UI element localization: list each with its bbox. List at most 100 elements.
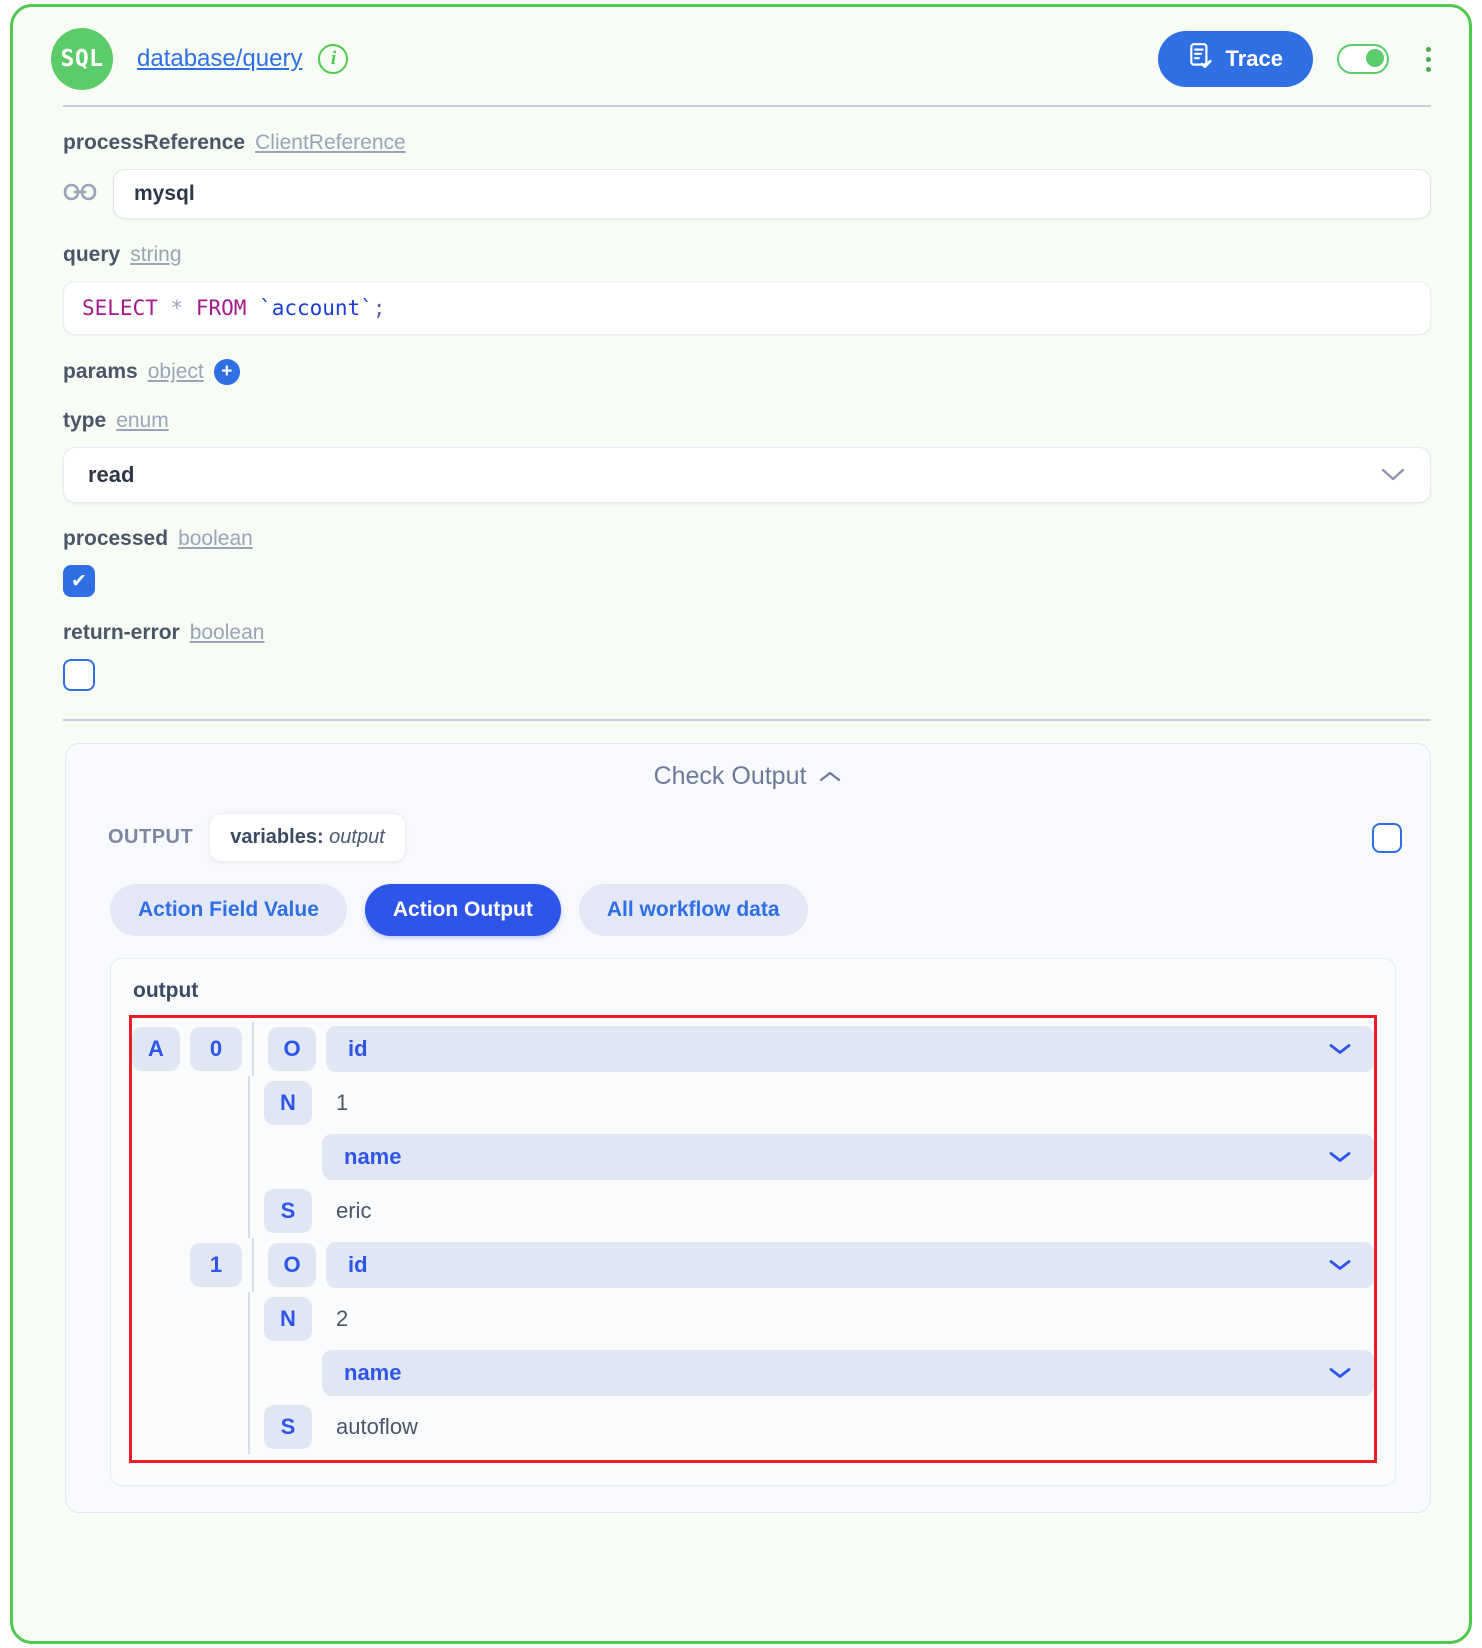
chevron-up-icon: [818, 762, 842, 791]
tree-key-label: name: [344, 1360, 402, 1385]
node-title-link[interactable]: database/query: [137, 45, 302, 73]
tree-row-item1-id-value: N 2: [132, 1292, 1374, 1346]
tree-guide-line: [248, 1400, 250, 1454]
sql-token-semicolon: ;: [372, 296, 386, 320]
field-type: object: [147, 360, 204, 383]
tree-row-item1-name-value: S autoflow: [132, 1400, 1374, 1454]
tree-guide-line: [252, 1022, 254, 1076]
tree-guide-line: [248, 1346, 250, 1400]
sql-badge-icon: SQL: [51, 28, 113, 90]
tree-value-id: 1: [336, 1090, 349, 1115]
tree-row-item0-name-value: S eric: [132, 1184, 1374, 1238]
output-source-tabs: Action Field Value Action Output All wor…: [110, 884, 1408, 936]
output-variable-chip[interactable]: variables: output: [209, 813, 406, 862]
sql-token-select: SELECT: [82, 296, 158, 320]
tree-key-label: name: [344, 1144, 402, 1169]
tree-row-item0-name-key: name: [132, 1130, 1374, 1184]
output-tree-box: output A 0 O id N 1 name S eric 1 O id N…: [110, 958, 1396, 1486]
tree-key-name[interactable]: name: [322, 1350, 1374, 1396]
tree-key-id[interactable]: id: [326, 1242, 1374, 1288]
query-code-input[interactable]: SELECT * FROM `account`;: [63, 281, 1431, 335]
type-tag-number: N: [264, 1297, 312, 1341]
node-top-accent: [703, 4, 823, 7]
field-label-type: type enum: [63, 409, 1431, 433]
output-select-checkbox[interactable]: [1372, 822, 1402, 853]
tab-action-output[interactable]: Action Output: [364, 884, 561, 936]
check-output-panel: Check Output OUTPUT variables: output Ac…: [65, 743, 1431, 1513]
type-select-value: read: [88, 462, 135, 487]
chevron-down-icon: [1328, 1144, 1352, 1170]
field-name: query: [63, 243, 121, 266]
chevron-down-icon: [1328, 1360, 1352, 1386]
field-name: processed: [63, 527, 169, 550]
type-tag-string: S: [264, 1189, 312, 1233]
type-select[interactable]: read: [63, 447, 1431, 503]
tab-all-workflow-data[interactable]: All workflow data: [578, 884, 808, 936]
link-icon: [63, 181, 97, 208]
tab-action-field-value[interactable]: Action Field Value: [110, 884, 347, 936]
node-card: SQL database/query i Trace processRefere…: [10, 4, 1472, 1644]
field-name: params: [63, 360, 138, 383]
field-type: enum: [116, 409, 169, 432]
fields-section: processReference ClientReference mysql q…: [13, 131, 1469, 691]
field-type: string: [130, 243, 182, 266]
trace-button[interactable]: Trace: [1157, 31, 1313, 87]
trace-button-label: Trace: [1225, 46, 1284, 71]
field-label-query: query string: [63, 243, 1431, 267]
field-type: ClientReference: [255, 131, 406, 154]
plus-circle-icon[interactable]: +: [213, 359, 240, 385]
sql-token-table: `account`: [259, 296, 373, 320]
type-tag-number: N: [264, 1081, 312, 1125]
tree-guide-line: [248, 1184, 250, 1238]
node-enable-toggle[interactable]: [1337, 44, 1389, 74]
field-label-return-error: return-error boolean: [63, 621, 1431, 645]
chevron-down-icon: [1328, 1036, 1352, 1062]
processed-checkbox[interactable]: [63, 565, 95, 597]
field-label-processreference: processReference ClientReference: [63, 131, 1431, 155]
tree-key-label: id: [348, 1252, 368, 1277]
field-name: return-error: [63, 621, 180, 644]
tree-tag-spacer: [264, 1351, 312, 1395]
tree-guide-line: [248, 1076, 250, 1130]
array-index-0: 0: [190, 1027, 242, 1071]
tree-guide-line: [248, 1130, 250, 1184]
tree-key-id[interactable]: id: [326, 1026, 1374, 1072]
tree-value-name: eric: [336, 1198, 372, 1223]
node-header: SQL database/query i Trace: [13, 7, 1469, 95]
output-tree-highlight: A 0 O id N 1 name S eric 1 O id N 2 name…: [129, 1015, 1377, 1463]
variable-chip-key: variables:: [230, 826, 324, 848]
tree-guide-line: [248, 1292, 250, 1346]
more-options-icon[interactable]: [1415, 39, 1441, 79]
variable-chip-value: output: [329, 826, 385, 848]
type-tag-array: A: [132, 1027, 180, 1071]
output-tree-root-label: output: [133, 979, 199, 1002]
type-tag-object: O: [268, 1027, 316, 1071]
array-index-1: 1: [190, 1243, 242, 1287]
field-name: processReference: [63, 131, 246, 154]
return-error-checkbox[interactable]: [63, 659, 95, 691]
check-output-title: Check Output: [653, 762, 807, 790]
chevron-down-icon: [1380, 462, 1406, 488]
tree-tag-spacer: [264, 1135, 312, 1179]
header-divider: [63, 105, 1431, 107]
type-tag-object: O: [268, 1243, 316, 1287]
field-name: type: [63, 409, 107, 432]
field-label-params: params object +: [63, 359, 1431, 385]
info-icon[interactable]: i: [318, 44, 349, 74]
field-label-processed: processed boolean: [63, 527, 1431, 551]
field-type: boolean: [189, 621, 265, 644]
sql-token-star: *: [170, 296, 184, 320]
tree-key-label: id: [348, 1036, 368, 1061]
tree-value-id: 2: [336, 1306, 349, 1331]
trace-document-icon: [1188, 42, 1214, 76]
tree-row-item1-name-key: name: [132, 1346, 1374, 1400]
chevron-down-icon: [1328, 1252, 1352, 1278]
processreference-row: mysql: [63, 169, 1431, 219]
tree-key-name[interactable]: name: [322, 1134, 1374, 1180]
type-tag-string: S: [264, 1405, 312, 1449]
output-label: OUTPUT: [108, 826, 194, 848]
tree-value-name: autoflow: [336, 1414, 418, 1439]
processreference-input[interactable]: mysql: [113, 169, 1431, 219]
check-output-header[interactable]: Check Output: [88, 762, 1408, 791]
fields-divider: [63, 719, 1431, 721]
